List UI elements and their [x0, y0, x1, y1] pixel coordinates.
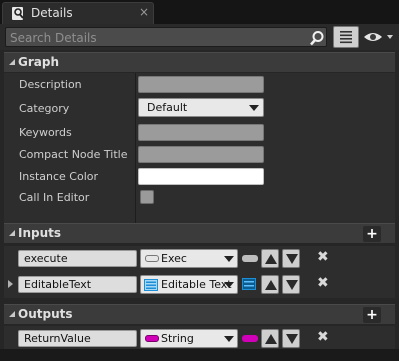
- compact-node-title-field[interactable]: [138, 146, 264, 163]
- pin-type-text: String: [161, 332, 194, 345]
- move-up-button[interactable]: [261, 329, 279, 348]
- description-field[interactable]: [138, 76, 264, 93]
- tab-bar: Details ×: [0, 0, 399, 24]
- collapse-arrow-icon: [9, 230, 15, 236]
- keywords-field[interactable]: [138, 124, 264, 141]
- struct-pin-icon: [144, 279, 158, 291]
- outputs-section-title: Outputs: [18, 307, 73, 321]
- chevron-down-icon: [249, 105, 259, 111]
- category-dropdown[interactable]: Default: [138, 98, 264, 117]
- pin-type-dropdown[interactable]: Exec: [140, 249, 238, 268]
- column-divider[interactable]: [135, 73, 136, 228]
- call-in-editor-label: Call In Editor: [19, 191, 90, 204]
- arrow-up-icon: [265, 334, 277, 344]
- move-down-button[interactable]: [282, 275, 300, 294]
- struct-pin-icon: [242, 278, 256, 290]
- details-panel: Search Details Graph Description Categor…: [0, 24, 399, 361]
- arrow-down-icon: [286, 280, 298, 290]
- string-pin-icon: [242, 335, 258, 342]
- exec-pin-icon: [242, 255, 258, 262]
- call-in-editor-checkbox[interactable]: [140, 190, 154, 204]
- pin-name-text: ReturnValue: [24, 332, 91, 345]
- pin-name-field[interactable]: EditableText: [18, 276, 137, 293]
- graph-section-title: Graph: [18, 55, 59, 69]
- outputs-section-header[interactable]: Outputs +: [4, 304, 395, 324]
- view-options-button[interactable]: [333, 26, 359, 48]
- eye-visibility-icon[interactable]: [363, 28, 395, 46]
- move-up-button[interactable]: [261, 275, 279, 294]
- tab-close-icon[interactable]: ×: [139, 5, 149, 19]
- graph-section-header[interactable]: Graph: [4, 52, 395, 72]
- chevron-down-icon: [224, 256, 234, 262]
- keywords-label: Keywords: [19, 126, 72, 139]
- instance-color-label: Instance Color: [19, 170, 99, 183]
- graph-properties: Description Category Default Keywords Co…: [4, 73, 395, 228]
- pin-name-field[interactable]: execute: [18, 250, 137, 267]
- collapse-arrow-icon: [9, 59, 15, 65]
- pin-type-dropdown[interactable]: Editable Text: [140, 275, 238, 294]
- description-label: Description: [19, 78, 82, 91]
- add-input-button[interactable]: +: [363, 226, 381, 242]
- delete-pin-icon[interactable]: ✖: [317, 249, 329, 265]
- delete-pin-icon[interactable]: ✖: [317, 329, 329, 345]
- pin-type-text: Exec: [161, 252, 187, 265]
- search-input[interactable]: Search Details: [5, 27, 327, 47]
- magnifier-doc-icon: [12, 7, 24, 20]
- inputs-section-title: Inputs: [18, 226, 62, 240]
- tab-details[interactable]: Details ×: [2, 2, 154, 24]
- arrow-up-icon: [265, 280, 277, 290]
- search-row: Search Details: [0, 24, 399, 50]
- input-pin-row: execute Exec ✖: [4, 246, 395, 272]
- arrow-down-icon: [286, 334, 298, 344]
- delete-pin-icon[interactable]: ✖: [317, 275, 329, 291]
- expand-arrow-icon[interactable]: [8, 280, 13, 288]
- pin-type-dropdown[interactable]: String: [140, 329, 238, 348]
- category-label: Category: [19, 102, 70, 115]
- instance-color-swatch[interactable]: [138, 168, 264, 185]
- exec-pin-icon: [145, 255, 159, 262]
- chevron-down-icon: [224, 282, 234, 288]
- compact-node-title-label: Compact Node Title: [19, 148, 128, 161]
- bottom-edge: [0, 349, 399, 361]
- input-pin-row: EditableText Editable Text ✖: [4, 272, 395, 298]
- arrow-up-icon: [265, 254, 277, 264]
- move-down-button[interactable]: [282, 329, 300, 348]
- tab-title: Details: [31, 6, 73, 20]
- move-up-button[interactable]: [261, 249, 279, 268]
- move-down-button[interactable]: [282, 249, 300, 268]
- collapse-arrow-icon: [9, 311, 15, 317]
- pin-type-text: Editable Text: [161, 278, 232, 291]
- pin-name-text: execute: [24, 252, 68, 265]
- string-pin-icon: [145, 335, 159, 342]
- category-value: Default: [147, 101, 188, 114]
- search-placeholder: Search Details: [10, 31, 97, 45]
- pin-name-text: EditableText: [24, 278, 92, 291]
- list-view-icon: [340, 31, 352, 44]
- arrow-down-icon: [286, 254, 298, 264]
- chevron-down-icon: [224, 336, 234, 342]
- search-icon[interactable]: [309, 30, 325, 46]
- inputs-section-header[interactable]: Inputs +: [4, 223, 395, 243]
- pin-name-field[interactable]: ReturnValue: [18, 330, 137, 347]
- add-output-button[interactable]: +: [363, 307, 381, 323]
